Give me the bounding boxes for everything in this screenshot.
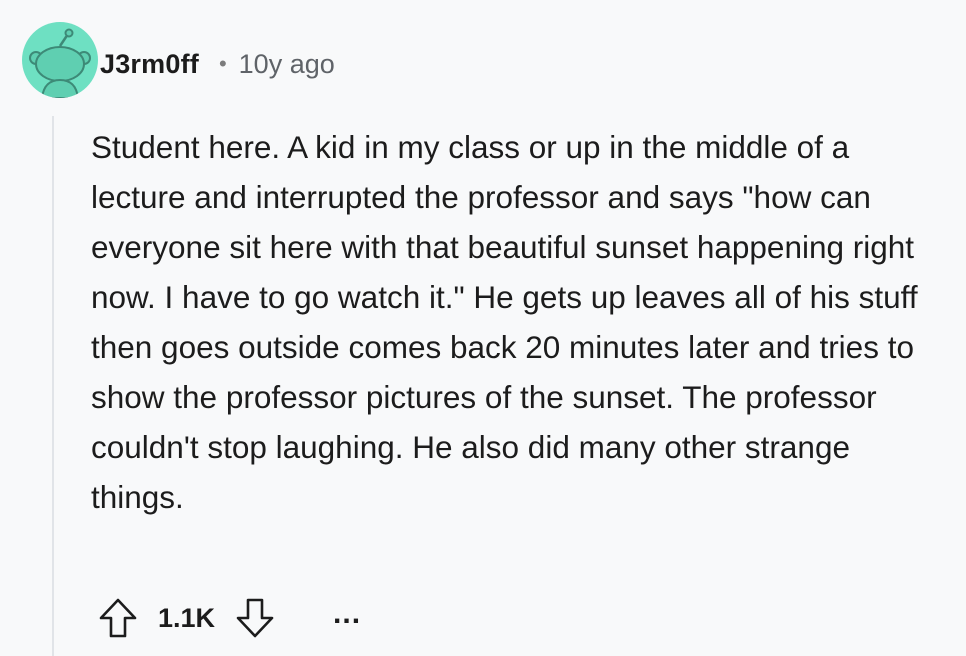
more-options-icon[interactable]: ... (333, 599, 361, 629)
username-link[interactable]: J3rm0ff (100, 49, 199, 80)
downvote-arrow-icon[interactable] (235, 597, 275, 639)
comment-header: J3rm0ff • 10y ago (100, 44, 335, 84)
vote-score: 1.1K (158, 602, 216, 633)
thread-collapse-line[interactable] (52, 116, 54, 656)
meta-separator: • (218, 51, 227, 76)
avatar-icon[interactable] (22, 22, 98, 98)
comment: J3rm0ff • 10y ago Student here. A kid in… (0, 0, 966, 656)
upvote-arrow-icon[interactable] (98, 597, 138, 639)
comment-actions: 1.1K ... (98, 596, 361, 640)
comment-body: Student here. A kid in my class or up in… (91, 129, 918, 515)
timestamp: 10y ago (238, 48, 335, 79)
